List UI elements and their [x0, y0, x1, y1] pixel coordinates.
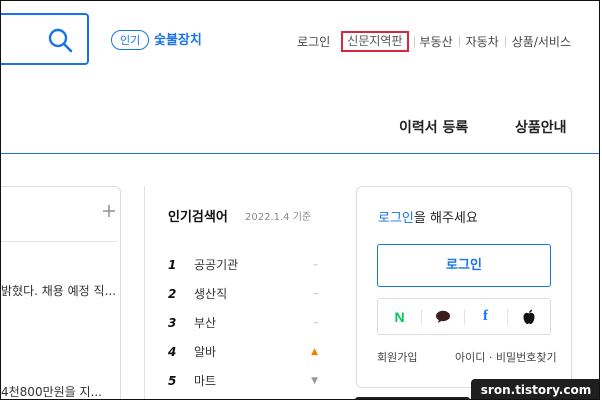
- login-prompt: 로그인을 해주세요: [378, 207, 478, 226]
- popular-search-item[interactable]: 4 알바 ▲: [168, 342, 318, 362]
- rank-trend-flat-icon: –: [313, 260, 319, 270]
- facebook-icon: f: [483, 308, 488, 324]
- nav-login[interactable]: 로그인: [297, 32, 330, 52]
- resume-register-link[interactable]: 이력서 등록: [399, 117, 468, 137]
- search-box[interactable]: [1, 13, 89, 65]
- kakao-talk-icon: [435, 310, 450, 323]
- apple-login-button[interactable]: [507, 299, 550, 334]
- search-icon[interactable]: [47, 27, 73, 53]
- rank-keyword: 생산직: [194, 287, 228, 301]
- header-divider: [1, 153, 599, 154]
- popular-search-item[interactable]: 3 부산 –: [168, 313, 318, 333]
- rank-keyword: 공공기관: [194, 258, 239, 272]
- rank-number: 2: [168, 287, 177, 301]
- rank-keyword: 알바: [194, 345, 217, 359]
- rank-keyword: 부산: [194, 316, 217, 330]
- naver-icon: N: [394, 308, 405, 325]
- nav-separator: [458, 36, 460, 47]
- news-divider: [1, 241, 117, 242]
- rank-trend-flat-icon: –: [313, 289, 319, 299]
- bottom-bar: [355, 397, 470, 399]
- trend-badge: 인기: [111, 30, 150, 50]
- watermark: sron.tistory.com: [471, 379, 599, 399]
- rank-trend-up-icon: ▲: [311, 347, 318, 357]
- rank-number: 3: [168, 316, 177, 330]
- rank-keyword: 마트: [194, 374, 217, 388]
- popular-search-item[interactable]: 2 생산직 –: [168, 284, 318, 304]
- find-account-link[interactable]: 아이디 · 비밀번호찾기: [455, 349, 557, 365]
- rank-trend-down-icon: ▼: [311, 376, 318, 386]
- rank-number: 1: [168, 258, 177, 272]
- popular-search-item[interactable]: 1 공공기관 –: [168, 255, 318, 275]
- popular-search-item[interactable]: 5 마트 ▼: [168, 371, 318, 391]
- signup-link[interactable]: 회원가입: [377, 349, 417, 365]
- naver-login-button[interactable]: N: [378, 299, 421, 334]
- rank-number: 5: [168, 374, 177, 388]
- news-item[interactable]: 4천800만원을 지...: [1, 384, 102, 399]
- social-login-bar: N f: [377, 298, 551, 335]
- login-prompt-link[interactable]: 로그인: [378, 211, 414, 226]
- column-divider: [144, 186, 145, 399]
- rank-number: 4: [168, 345, 177, 359]
- product-guide-link[interactable]: 상품안내: [515, 117, 567, 137]
- trend-keyword[interactable]: 숯불장치: [154, 31, 202, 51]
- nav-real-estate[interactable]: 부동산: [420, 32, 453, 52]
- nav-separator: [413, 36, 415, 47]
- login-button[interactable]: 로그인: [377, 244, 551, 287]
- popular-search-title: 인기검색어: [168, 210, 228, 225]
- news-item[interactable]: 밝혔다. 채용 예정 직...: [1, 283, 116, 299]
- nav-products-services[interactable]: 상품/서비스: [512, 32, 571, 52]
- facebook-login-button[interactable]: f: [464, 299, 507, 334]
- nav-regional-edition[interactable]: 신문지역판: [341, 31, 409, 52]
- nav-cars[interactable]: 자동차: [466, 32, 499, 52]
- popular-search-date: 2022.1.4 기준: [245, 212, 312, 223]
- kakao-login-button[interactable]: [421, 299, 464, 334]
- nav-separator: [504, 36, 506, 47]
- plus-icon[interactable]: [101, 203, 117, 219]
- rank-trend-flat-icon: –: [313, 318, 319, 328]
- page-frame: 인기 숯불장치 로그인 신문지역판 부동산 자동차 상품/서비스 이력서 등록 …: [0, 0, 600, 400]
- apple-icon: [523, 309, 534, 324]
- login-prompt-text: 을 해주세요: [413, 211, 478, 226]
- top-nav: 로그인 신문지역판 부동산 자동차 상품/서비스: [297, 31, 571, 52]
